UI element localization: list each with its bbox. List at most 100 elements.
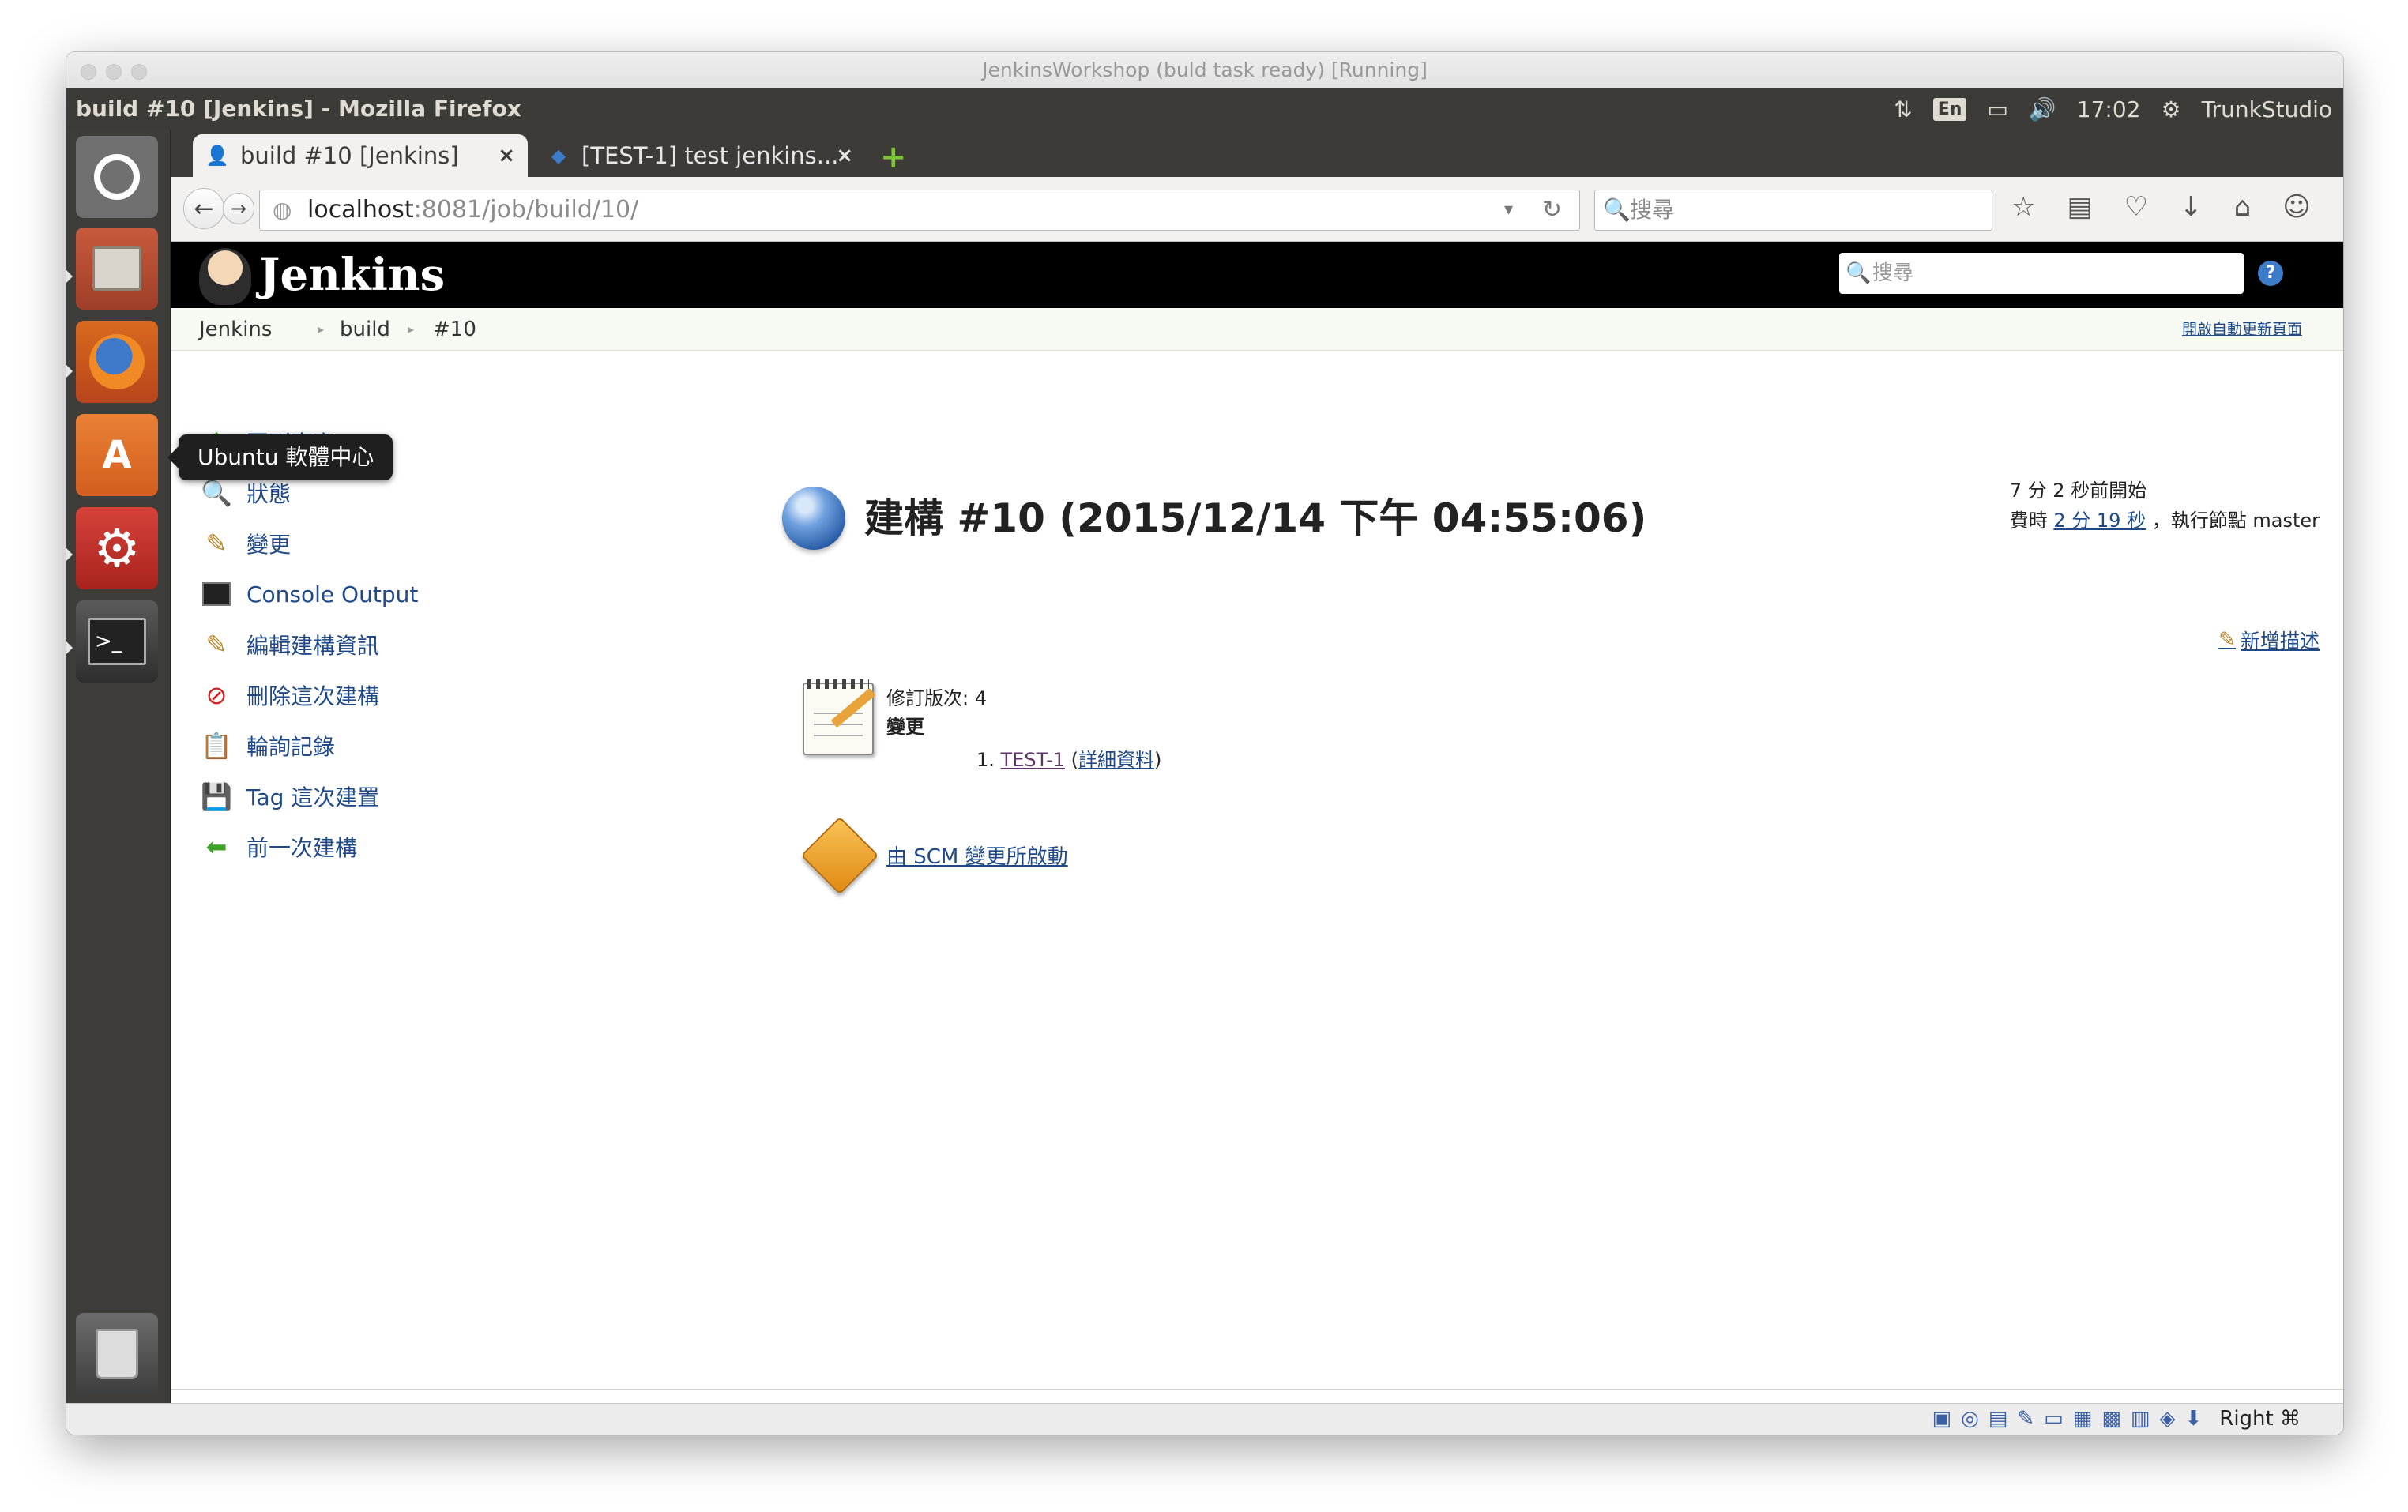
user-name[interactable]: TrunkStudio bbox=[2202, 96, 2332, 122]
tab-build-10[interactable]: 👤 build #10 [Jenkins] × bbox=[193, 134, 528, 177]
history-dropdown-icon[interactable]: ▾ bbox=[1504, 190, 1513, 230]
site-identity-icon[interactable]: ◍ bbox=[273, 190, 292, 230]
duration-link[interactable]: 2 分 19 秒 bbox=[2053, 510, 2146, 532]
files-icon[interactable] bbox=[76, 228, 158, 310]
toolbar-icons: ☆ ▤ ♡ ↓ ⌂ ☺ ☰ bbox=[2011, 191, 2343, 223]
save-icon: 💾 bbox=[201, 781, 232, 811]
breadcrumb-build-10[interactable]: #10 bbox=[433, 308, 476, 351]
network-adapter-icon[interactable]: ✎ bbox=[2017, 1407, 2034, 1431]
mouse-integration-icon[interactable]: ⬇ bbox=[2184, 1407, 2202, 1431]
recording-icon[interactable]: ▥ bbox=[2131, 1407, 2150, 1431]
chat-icon[interactable]: ☺ bbox=[2282, 191, 2310, 223]
volume-icon[interactable]: 🔊 bbox=[2029, 96, 2056, 122]
jenkins-title[interactable]: Jenkins bbox=[259, 245, 445, 305]
task-polling-log[interactable]: 📋 輪詢記錄 bbox=[201, 728, 335, 763]
search-placeholder: 搜尋 bbox=[1630, 197, 1675, 223]
shared-folders-icon[interactable]: ▦ bbox=[2073, 1407, 2093, 1431]
edit-icon: ✎ bbox=[2218, 628, 2236, 652]
add-description-link[interactable]: ✎ 新增描述 bbox=[2218, 626, 2320, 654]
unity-launcher: A ⚙ >_ bbox=[66, 130, 171, 1403]
optical-drive-icon[interactable]: ◎ bbox=[1961, 1407, 1979, 1431]
network-icon[interactable]: ⇅ bbox=[1894, 96, 1912, 122]
close-tab-icon[interactable]: × bbox=[498, 144, 515, 167]
clock[interactable]: 17:02 bbox=[2077, 96, 2141, 122]
jenkins-logo-icon[interactable] bbox=[199, 248, 251, 305]
scm-cause-link[interactable]: 由 SCM 變更所啟動 bbox=[886, 841, 1068, 870]
change-number: 1. bbox=[976, 749, 995, 771]
jenkins-favicon-icon: 👤 bbox=[205, 145, 229, 167]
node-suffix: ，執行節點 master bbox=[2151, 510, 2320, 532]
terminal-icon[interactable]: >_ bbox=[76, 600, 158, 683]
vbox-device-icons: ▣ ◎ ▤ ✎ ▭ ▦ ▩ ▥ ◈ ⬇ Right ⌘ bbox=[1932, 1407, 2301, 1431]
battery-icon[interactable]: ▭ bbox=[1987, 96, 2007, 122]
cpu-icon[interactable]: ◈ bbox=[2159, 1407, 2175, 1431]
display-icon[interactable]: ▩ bbox=[2101, 1407, 2121, 1431]
trash-icon[interactable] bbox=[76, 1313, 158, 1395]
download-icon[interactable]: ↓ bbox=[2180, 191, 2203, 223]
change-detail-link[interactable]: 詳細資料 bbox=[1078, 749, 1154, 771]
enable-auto-refresh-link[interactable]: 開啟自動更新頁面 bbox=[2182, 308, 2302, 351]
url-bar[interactable]: ◍ localhost:8081/job/build/10/ ▾ ↻ bbox=[259, 190, 1580, 231]
ubuntu-dash-icon[interactable] bbox=[76, 136, 158, 218]
home-icon[interactable]: ⌂ bbox=[2234, 191, 2252, 223]
task-delete-build[interactable]: ⊘ 刪除這次建構 bbox=[201, 678, 379, 713]
task-previous-build[interactable]: ⬅ 前一次建構 bbox=[201, 829, 357, 864]
scm-trigger-icon bbox=[800, 816, 879, 895]
system-settings-icon[interactable]: ⚙ bbox=[76, 507, 158, 589]
close-tab-icon[interactable]: × bbox=[836, 144, 853, 167]
usb-icon[interactable]: ▭ bbox=[2044, 1407, 2064, 1431]
jenkins-search-placeholder: 搜尋 bbox=[1872, 261, 1914, 285]
breadcrumb-jenkins[interactable]: Jenkins bbox=[199, 308, 272, 351]
clipboard-icon: 📋 bbox=[201, 731, 232, 761]
browser-search-input[interactable]: 🔍 搜尋 bbox=[1594, 190, 1992, 231]
revision-text: 修訂版次: 4 bbox=[886, 687, 987, 709]
task-label: 狀態 bbox=[246, 481, 292, 507]
forward-button[interactable]: → bbox=[223, 193, 254, 224]
task-status[interactable]: 🔍 狀態 bbox=[201, 476, 291, 510]
breadcrumb-build[interactable]: build bbox=[340, 308, 390, 351]
change-link-test-1[interactable]: TEST-1 bbox=[1001, 749, 1065, 771]
task-label: 變更 bbox=[246, 532, 292, 558]
launcher-tooltip: Ubuntu 軟體中心 bbox=[167, 434, 393, 480]
build-duration-line: 費時 2 分 19 秒 ，執行節點 master bbox=[2010, 506, 2320, 536]
bookmark-star-icon[interactable]: ☆ bbox=[2011, 191, 2035, 223]
task-label: Tag 這次建置 bbox=[246, 784, 380, 811]
gear-icon[interactable]: ⚙ bbox=[2162, 96, 2181, 122]
tab-strip: 👤 build #10 [Jenkins] × ◆ [TEST-1] test … bbox=[171, 130, 2343, 177]
reading-list-icon[interactable]: ▤ bbox=[2067, 191, 2092, 223]
no-entry-icon: ⊘ bbox=[205, 680, 228, 710]
close-window-button[interactable] bbox=[81, 64, 96, 80]
url-path: :8081/job/build/10/ bbox=[413, 196, 639, 224]
chevron-right-icon: ▸ bbox=[318, 322, 325, 337]
firefox-icon[interactable] bbox=[76, 321, 158, 403]
add-description-label: 新增描述 bbox=[2240, 630, 2320, 653]
running-indicator bbox=[66, 270, 73, 283]
task-label: 刪除這次建構 bbox=[246, 683, 380, 709]
back-button[interactable]: ← bbox=[183, 188, 224, 229]
jenkins-search-input[interactable]: 🔍 搜尋 bbox=[1839, 253, 2244, 294]
keyboard-language-indicator[interactable]: En bbox=[1932, 97, 1967, 121]
zoom-window-button[interactable] bbox=[131, 64, 147, 80]
notepad-icon: ✎ bbox=[205, 630, 228, 660]
help-icon[interactable]: ? bbox=[2258, 261, 2283, 286]
hard-disk-icon[interactable]: ▣ bbox=[1932, 1407, 1952, 1431]
host-key-indicator: Right ⌘ bbox=[2219, 1407, 2301, 1431]
pocket-icon[interactable]: ♡ bbox=[2124, 191, 2148, 223]
jenkins-page: Jenkins 🔍 搜尋 ? Jenkins ▸ build ▸ #10 開啟自… bbox=[171, 242, 2343, 1435]
task-changes[interactable]: ✎ 變更 bbox=[201, 526, 291, 561]
task-console-output[interactable]: Console Output bbox=[201, 577, 418, 611]
minimize-window-button[interactable] bbox=[106, 64, 122, 80]
reload-icon[interactable]: ↻ bbox=[1542, 190, 1562, 230]
detail-close-paren: ) bbox=[1154, 749, 1162, 771]
new-tab-button[interactable]: + bbox=[880, 139, 907, 175]
task-tag-build[interactable]: 💾 Tag 這次建置 bbox=[201, 779, 379, 814]
menu-icon[interactable]: ☰ bbox=[2342, 191, 2343, 223]
jenkins-header: Jenkins 🔍 搜尋 ? bbox=[171, 242, 2343, 308]
software-center-icon[interactable]: A bbox=[76, 414, 158, 496]
task-label: 前一次建構 bbox=[246, 835, 358, 861]
task-edit-build-info[interactable]: ✎ 編輯建構資訊 bbox=[201, 627, 379, 662]
panel-indicators: ⇅ En ▭ 🔊 17:02 ⚙ TrunkStudio bbox=[1894, 88, 2332, 130]
audio-icon[interactable]: ▤ bbox=[1988, 1407, 2008, 1431]
duration-prefix: 費時 bbox=[2009, 510, 2054, 532]
tab-test-1[interactable]: ◆ [TEST-1] test jenkins... × bbox=[534, 134, 866, 177]
